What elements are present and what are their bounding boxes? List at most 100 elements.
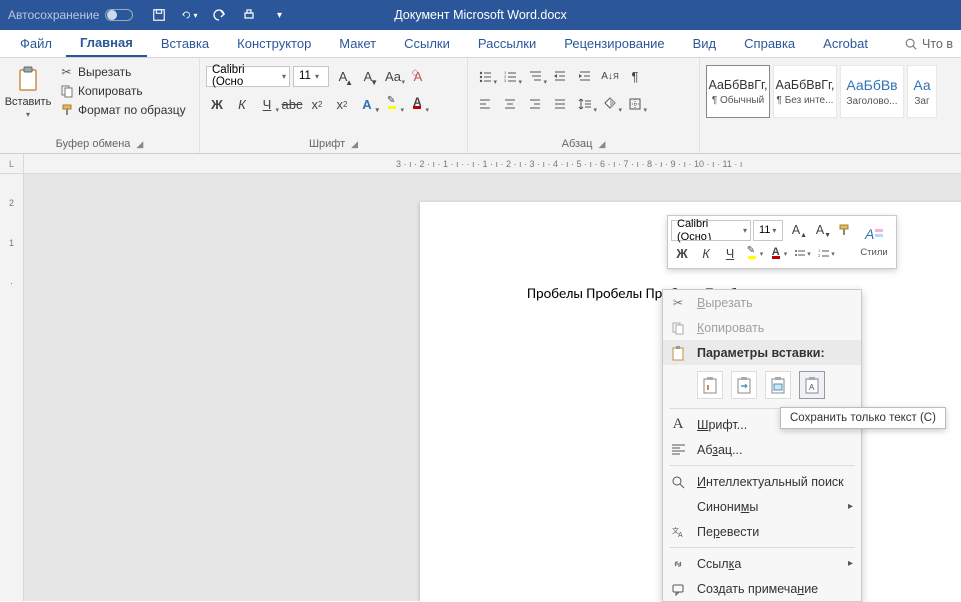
numbering-button[interactable]: 123▾ xyxy=(499,65,521,87)
ruler-corner[interactable]: L xyxy=(0,154,24,174)
font-icon: A xyxy=(669,416,687,434)
brush-icon xyxy=(59,102,74,117)
copy-icon xyxy=(669,319,687,337)
paste-button[interactable]: Вставить ▾ xyxy=(6,62,50,135)
align-left-button[interactable] xyxy=(474,93,496,115)
ctx-cut[interactable]: ✂Вырезать xyxy=(663,290,861,315)
format-painter-button[interactable]: Формат по образцу xyxy=(56,100,189,119)
superscript-button[interactable]: x2 xyxy=(331,93,353,115)
dialog-launcher-icon[interactable]: ◢ xyxy=(351,139,358,150)
mini-italic-button[interactable]: К xyxy=(695,243,717,265)
mini-shrink-font-button[interactable]: A▼ xyxy=(809,219,831,241)
styles-gallery[interactable]: АаБбВвГг,¶ Обычный АаБбВвГг,¶ Без инте..… xyxy=(706,65,937,135)
mini-size-combo[interactable]: 11▾ xyxy=(753,220,783,241)
mini-format-painter-button[interactable] xyxy=(833,219,855,241)
tooltip: Сохранить только текст (С) xyxy=(780,407,946,429)
paste-merge-formatting[interactable] xyxy=(731,371,757,399)
mini-font-color-button[interactable]: A▾ xyxy=(767,243,789,265)
underline-button[interactable]: Ч▾ xyxy=(256,93,278,115)
align-center-button[interactable] xyxy=(499,93,521,115)
style-no-spacing[interactable]: АаБбВвГг,¶ Без инте... xyxy=(773,65,837,118)
separator xyxy=(669,465,855,466)
tab-design[interactable]: Конструктор xyxy=(223,30,325,57)
dialog-launcher-icon[interactable]: ◢ xyxy=(598,139,605,150)
mini-bold-button[interactable]: Ж xyxy=(671,243,693,265)
shrink-font-button[interactable]: A▼ xyxy=(357,65,379,87)
mini-underline-button[interactable]: Ч xyxy=(719,243,741,265)
copy-button[interactable]: Копировать xyxy=(56,81,189,100)
paste-picture[interactable] xyxy=(765,371,791,399)
align-right-button[interactable] xyxy=(524,93,546,115)
borders-button[interactable]: ▾ xyxy=(624,93,646,115)
search-icon xyxy=(669,473,687,491)
grow-font-button[interactable]: A▲ xyxy=(332,65,354,87)
shading-button[interactable]: ▾ xyxy=(599,93,621,115)
tell-me-search[interactable]: Что в xyxy=(904,30,961,57)
ctx-translate[interactable]: 文AПеревести xyxy=(663,519,861,544)
decrease-indent-button[interactable] xyxy=(549,65,571,87)
italic-button[interactable]: К xyxy=(231,93,253,115)
group-paragraph-label: Абзац xyxy=(562,138,593,150)
ctx-copy[interactable]: Копировать xyxy=(663,315,861,340)
subscript-button[interactable]: x2 xyxy=(306,93,328,115)
style-heading1[interactable]: АаБбВвЗаголово... xyxy=(840,65,904,118)
mini-bullets-button[interactable]: ▾ xyxy=(791,243,813,265)
cut-button[interactable]: ✂Вырезать xyxy=(56,62,189,81)
font-name-combo[interactable]: Calibri (Осно▾ xyxy=(206,66,290,87)
undo-icon[interactable]: ▾ xyxy=(181,7,197,23)
autosave-switch[interactable]: Автосохранение xyxy=(8,8,133,22)
mini-grow-font-button[interactable]: A▲ xyxy=(785,219,807,241)
font-size-combo[interactable]: 11▾ xyxy=(293,66,329,87)
style-normal[interactable]: АаБбВвГг,¶ Обычный xyxy=(706,65,770,118)
dialog-launcher-icon[interactable]: ◢ xyxy=(136,139,143,150)
font-color-button[interactable]: A▾ xyxy=(406,93,428,115)
tab-mailings[interactable]: Рассылки xyxy=(464,30,550,57)
clear-formatting-button[interactable]: A◇ xyxy=(407,65,429,87)
tab-insert[interactable]: Вставка xyxy=(147,30,223,57)
ctx-link[interactable]: Ссылка▸ xyxy=(663,551,861,576)
change-case-button[interactable]: Aa▾ xyxy=(382,65,404,87)
chevron-right-icon: ▸ xyxy=(848,558,853,569)
increase-indent-button[interactable] xyxy=(574,65,596,87)
sort-button[interactable]: A↓Я xyxy=(599,65,621,87)
highlight-button[interactable]: ✎▾ xyxy=(381,93,403,115)
tab-home[interactable]: Главная xyxy=(66,30,147,57)
ctx-smart-lookup[interactable]: Интеллектуальный поиск xyxy=(663,469,861,494)
strikethrough-button[interactable]: abc xyxy=(281,93,303,115)
save-icon[interactable] xyxy=(151,7,167,23)
bold-button[interactable]: Ж xyxy=(206,93,228,115)
paste-text-only[interactable]: A xyxy=(799,371,825,399)
context-menu: ✂Вырезать Копировать Параметры вставки: … xyxy=(662,289,862,602)
text-effects-button[interactable]: A▾ xyxy=(356,93,378,115)
tab-file[interactable]: Файл xyxy=(6,30,66,57)
show-marks-button[interactable]: ¶ xyxy=(624,65,646,87)
bullets-button[interactable]: ▾ xyxy=(474,65,496,87)
mini-font-combo[interactable]: Calibri (Осно۱▾ xyxy=(671,220,751,241)
copy-icon xyxy=(59,83,74,98)
paste-keep-source[interactable] xyxy=(697,371,723,399)
autosave-toggle-icon[interactable] xyxy=(105,9,133,21)
tab-layout[interactable]: Макет xyxy=(325,30,390,57)
line-spacing-button[interactable]: ▾ xyxy=(574,93,596,115)
style-heading2[interactable]: АаЗаг xyxy=(907,65,937,118)
horizontal-ruler[interactable]: 3 · ı · 2 · ı · 1 · ı · · ı · 1 · ı · 2 … xyxy=(24,154,961,174)
qat-more-icon[interactable]: ▾ xyxy=(271,7,287,23)
mini-styles-button[interactable]: A Стили xyxy=(855,219,893,263)
quick-print-icon[interactable] xyxy=(241,7,257,23)
tab-review[interactable]: Рецензирование xyxy=(550,30,678,57)
ctx-new-comment[interactable]: Создать примечание xyxy=(663,576,861,601)
mini-numbering-button[interactable]: 12▾ xyxy=(815,243,837,265)
tab-help[interactable]: Справка xyxy=(730,30,809,57)
redo-icon[interactable] xyxy=(211,7,227,23)
svg-text:A: A xyxy=(864,226,874,242)
svg-text:2: 2 xyxy=(818,253,821,258)
ctx-paragraph[interactable]: Абзац... xyxy=(663,437,861,462)
mini-highlight-button[interactable]: ✎▾ xyxy=(743,243,765,265)
vertical-ruler[interactable]: 21· xyxy=(0,174,24,601)
tab-view[interactable]: Вид xyxy=(679,30,731,57)
tab-acrobat[interactable]: Acrobat xyxy=(809,30,882,57)
justify-button[interactable] xyxy=(549,93,571,115)
multilevel-list-button[interactable]: ▾ xyxy=(524,65,546,87)
tab-references[interactable]: Ссылки xyxy=(390,30,464,57)
ctx-synonyms[interactable]: Синонимы▸ xyxy=(663,494,861,519)
